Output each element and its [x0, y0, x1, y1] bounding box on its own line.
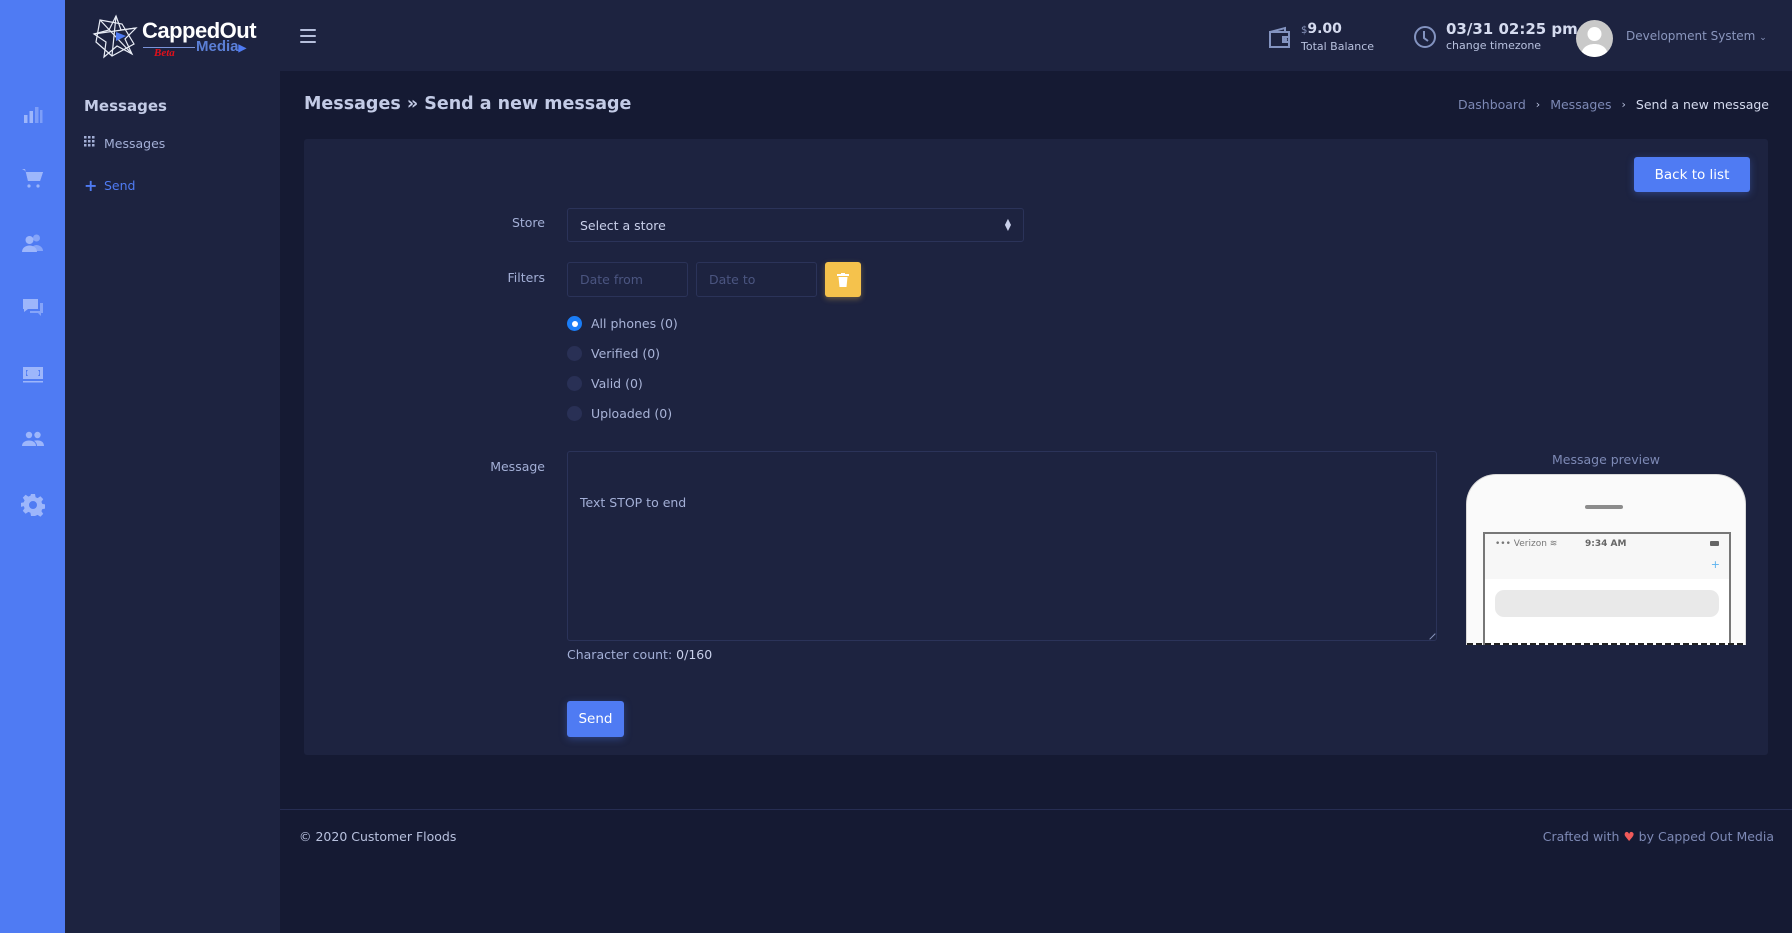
message-textarea[interactable]: Text STOP to end: [567, 451, 1437, 641]
breadcrumb-current: Send a new message: [1635, 97, 1769, 112]
radio-label: Verified (0): [591, 346, 661, 361]
select-arrows-icon: ▲ ▼: [1004, 217, 1011, 232]
grid-icon: [84, 136, 104, 151]
sidebar-item-send[interactable]: + Send: [84, 176, 135, 195]
send-message-card: [304, 139, 1768, 755]
phone-preview: ••• Verizon ≋ 9:34 AM +: [1466, 474, 1746, 645]
character-count: Character count: 0/160: [567, 647, 712, 662]
radio-all-phones[interactable]: All phones (0): [567, 316, 678, 331]
shopping-cart-icon[interactable]: [19, 164, 47, 192]
radio-dot: [567, 376, 582, 391]
carrier-name: ••• Verizon: [1495, 539, 1547, 549]
filters-label: Filters: [507, 270, 545, 285]
send-button[interactable]: Send: [567, 701, 624, 737]
change-timezone-link[interactable]: change timezone: [1446, 38, 1578, 53]
phone-screen: ••• Verizon ≋ 9:34 AM +: [1483, 532, 1731, 645]
wallet-icon: [1269, 26, 1290, 48]
balance-label: Total Balance: [1301, 40, 1375, 53]
beta-tag: Beta: [154, 47, 175, 59]
sidebar-item-messages[interactable]: Messages: [84, 136, 165, 151]
preview-label: Message preview: [1551, 452, 1661, 467]
icon-rail: [0, 0, 65, 933]
credit-suffix: by Capped Out Media: [1638, 829, 1774, 844]
user-name: Development System: [1626, 29, 1756, 43]
plus-icon: +: [84, 176, 98, 195]
char-count-label: Character count:: [567, 647, 673, 662]
char-count-value: 0/160: [676, 647, 713, 662]
carrier-label: ••• Verizon ≋: [1495, 539, 1557, 549]
play-arrow-icon: ▶: [238, 43, 247, 54]
balance-widget: $9.00 Total Balance: [1267, 21, 1374, 54]
phone-status-bar: ••• Verizon ≋ 9:34 AM +: [1485, 534, 1729, 579]
current-datetime: 03/31 02:25 pm: [1446, 20, 1578, 38]
resize-handle-icon[interactable]: [1424, 628, 1436, 640]
breadcrumb-dashboard[interactable]: Dashboard: [1458, 97, 1526, 112]
balance-amount: 9.00: [1307, 21, 1342, 37]
breadcrumb: Dashboard › Messages › Send a new messag…: [1458, 97, 1769, 112]
balance-value: $9.00: [1301, 21, 1374, 39]
footer-divider: [280, 809, 1792, 810]
radio-label: Uploaded (0): [591, 406, 673, 421]
date-from-placeholder: Date from: [580, 272, 643, 287]
sidebar-item-label: Messages: [104, 136, 166, 151]
star-logo-icon: [92, 14, 138, 59]
store-select[interactable]: Select a store ▲ ▼: [567, 208, 1024, 242]
cutoff-line: [1467, 643, 1745, 645]
message-bubble: [1495, 590, 1719, 617]
sidebar-item-label: Send: [104, 178, 136, 193]
plus-icon: +: [1710, 558, 1720, 571]
brand-subname: Media▶: [196, 38, 246, 55]
store-select-value: Select a store: [580, 217, 666, 233]
page-title: Messages » Send a new message: [304, 94, 632, 114]
radio-dot: [567, 406, 582, 421]
wifi-icon: ≋: [1549, 539, 1558, 549]
chevron-right-icon: ›: [1621, 98, 1626, 111]
message-text: Text STOP to end: [580, 495, 687, 510]
radio-dot: [567, 316, 582, 331]
money-icon[interactable]: [19, 360, 47, 388]
gear-icon[interactable]: [19, 491, 47, 519]
customers-icon[interactable]: [19, 229, 47, 257]
battery-icon: [1710, 541, 1719, 546]
message-label: Message: [490, 459, 545, 474]
chevron-right-icon: ›: [1535, 98, 1541, 111]
brand-logo[interactable]: CappedOut Beta Media▶: [92, 14, 262, 60]
store-label: Store: [511, 215, 545, 230]
avatar[interactable]: [1576, 20, 1613, 57]
footer-credit: Crafted with ♥ by Capped Out Media: [1543, 829, 1774, 844]
brand-media-text: Media: [196, 38, 239, 55]
sidebar-title: Messages: [84, 97, 167, 115]
date-to-placeholder: Date to: [709, 272, 756, 287]
heart-icon: ♥: [1623, 829, 1635, 844]
date-from-input[interactable]: Date from: [567, 262, 688, 297]
copyright: © 2020 Customer Floods: [299, 829, 457, 844]
menu-toggle-icon[interactable]: [300, 29, 316, 43]
radio-valid[interactable]: Valid (0): [567, 376, 643, 391]
back-to-list-button[interactable]: Back to list: [1634, 157, 1750, 192]
chevron-down-icon: ⌄: [1759, 33, 1767, 43]
user-silhouette-icon: [1581, 27, 1608, 57]
user-menu[interactable]: Development System ⌄: [1626, 29, 1767, 43]
radio-dot: [567, 346, 582, 361]
credit-prefix: Crafted with: [1542, 829, 1620, 844]
trash-icon: [837, 272, 849, 287]
date-to-input[interactable]: Date to: [696, 262, 817, 297]
clock-icon: [1414, 26, 1436, 48]
radio-uploaded[interactable]: Uploaded (0): [567, 406, 672, 421]
breadcrumb-messages[interactable]: Messages: [1550, 97, 1611, 112]
phone-speaker: [1585, 505, 1623, 509]
phone-time: 9:34 AM: [1585, 539, 1627, 549]
clear-filters-button[interactable]: [825, 262, 861, 297]
radio-verified[interactable]: Verified (0): [567, 346, 660, 361]
radio-label: All phones (0): [591, 316, 678, 331]
radio-label: Valid (0): [591, 376, 643, 391]
chat-icon[interactable]: [19, 294, 47, 322]
users-icon[interactable]: [19, 425, 47, 453]
bar-chart-icon[interactable]: [19, 100, 47, 128]
time-widget: 03/31 02:25 pm change timezone: [1412, 21, 1578, 53]
